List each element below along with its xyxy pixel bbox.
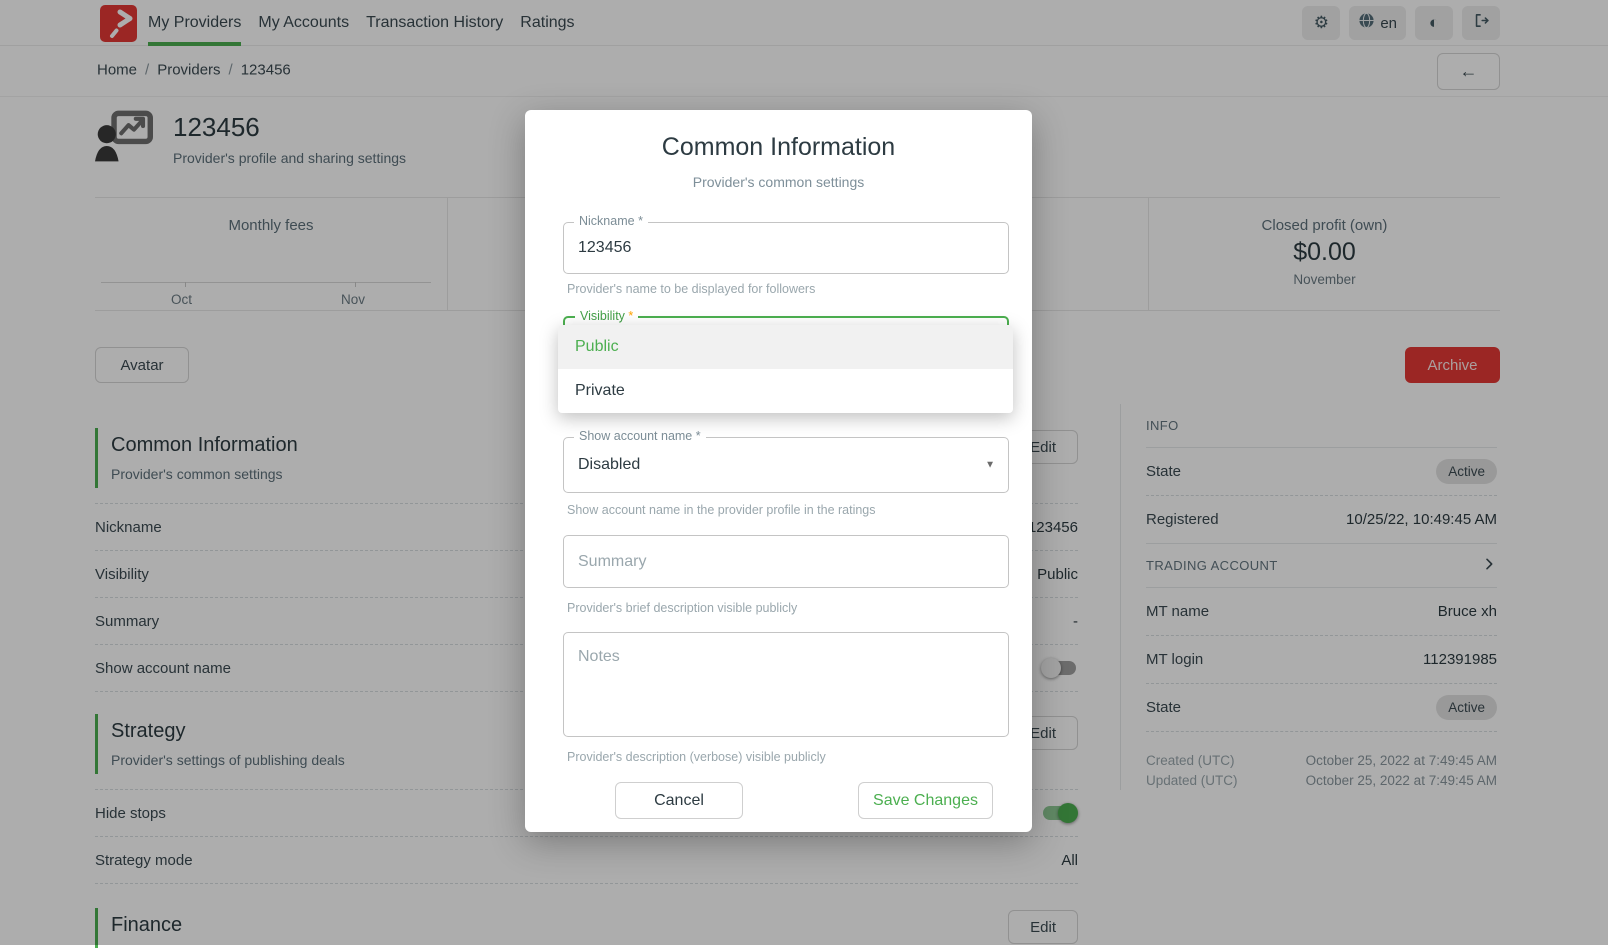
- nickname-field: Nickname *: [563, 222, 1009, 274]
- save-changes-button[interactable]: Save Changes: [858, 782, 993, 819]
- summary-input[interactable]: [564, 536, 1008, 587]
- notes-field: [563, 632, 1009, 737]
- cancel-button[interactable]: Cancel: [615, 782, 743, 819]
- visibility-dropdown-menu: Public Private: [558, 325, 1013, 413]
- modal-subtitle: Provider's common settings: [525, 174, 1032, 190]
- common-information-modal: Common Information Provider's common set…: [525, 110, 1032, 832]
- provider-profile-page: My Providers My Accounts Transaction His…: [0, 0, 1608, 945]
- caret-down-icon: ▼: [985, 460, 995, 471]
- nickname-label: Nickname *: [574, 214, 648, 228]
- nickname-input[interactable]: [564, 223, 1008, 273]
- summary-helper: Provider's brief description visible pub…: [567, 601, 1013, 615]
- show-account-name-helper: Show account name in the provider profil…: [567, 503, 1013, 517]
- summary-field: [563, 535, 1009, 588]
- nickname-helper: Provider's name to be displayed for foll…: [567, 282, 1013, 296]
- option-private[interactable]: Private: [558, 369, 1013, 413]
- show-account-name-field[interactable]: Show account name * Disabled ▼: [563, 437, 1009, 493]
- notes-textarea[interactable]: [564, 633, 1008, 736]
- notes-helper: Provider's description (verbose) visible…: [567, 750, 1013, 764]
- show-account-name-value: Disabled: [564, 438, 1008, 492]
- option-public[interactable]: Public: [558, 325, 1013, 369]
- show-account-name-label: Show account name *: [574, 429, 706, 443]
- modal-title: Common Information: [525, 133, 1032, 162]
- visibility-label: Visibility *: [575, 309, 638, 323]
